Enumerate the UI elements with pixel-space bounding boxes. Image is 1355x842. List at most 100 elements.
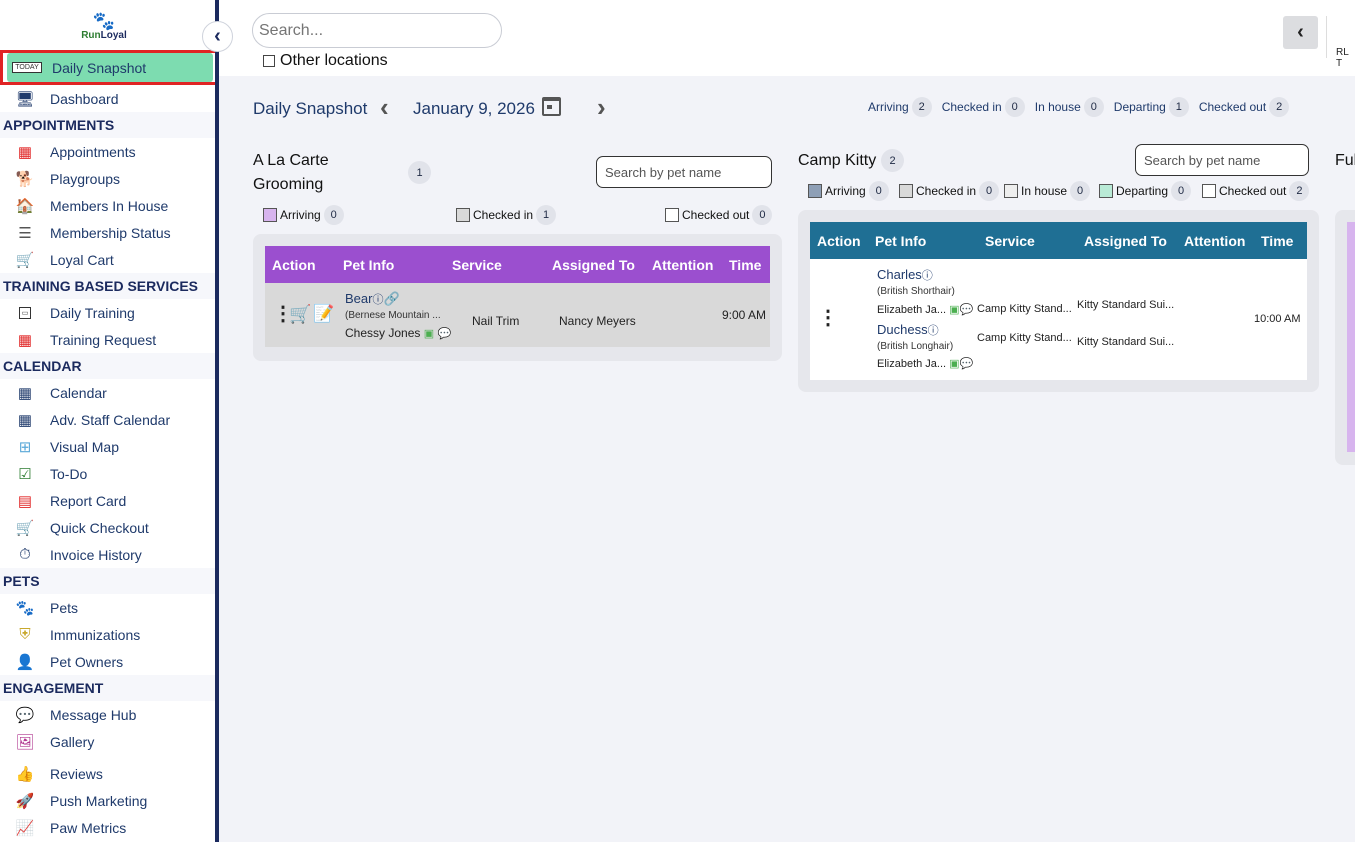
invoice-history-icon: ⏱ <box>19 546 31 563</box>
pet-name[interactable]: Bearⓘ🔗 <box>345 291 400 307</box>
calendar-picker-icon[interactable] <box>542 97 561 116</box>
sidebar-item-training-request[interactable]: ▦ Training Request <box>0 326 215 353</box>
card-title-camp-kitty: Camp Kitty <box>798 152 877 169</box>
sidebar-item-pet-owners[interactable]: 👤 Pet Owners <box>0 648 215 675</box>
daily-training-icon: ▭ <box>14 303 36 323</box>
checkout-cart-icon[interactable]: 🛒 <box>289 304 311 325</box>
calendar-icon: ▣ <box>949 358 960 370</box>
info-icon[interactable]: ⓘ <box>372 294 383 306</box>
chevron-right-icon: › <box>597 92 606 122</box>
more-actions-icon[interactable]: ⋮ <box>818 305 838 330</box>
sidebar-item-loyal-cart[interactable]: 🛒 Loyal Cart <box>0 246 215 273</box>
legend-in-house[interactable]: In house 0 <box>1004 181 1091 201</box>
sidebar-item-members-in-house[interactable]: 🏠 Members In House <box>0 192 215 219</box>
sidebar-item-playgroups[interactable]: 🐕 Playgroups <box>0 165 215 192</box>
assigned-to: Nancy Meyers <box>559 314 636 328</box>
shield-icon: ⛨ <box>19 626 31 643</box>
kitty-table-header: Action Pet Info Service Assigned To Atte… <box>810 222 1307 259</box>
service-name: Camp Kitty Stand... <box>977 303 1072 315</box>
sidebar-item-report-card[interactable]: ▤ Report Card <box>0 487 215 514</box>
table-row[interactable]: ⋮ Charlesⓘ (British Shorthair) Elizabeth… <box>810 259 1307 380</box>
stat-checked-in[interactable]: Checked in 0 <box>942 97 1025 117</box>
membership-icon: ☰ <box>18 224 32 242</box>
previous-day-button[interactable]: ‹ <box>380 92 389 123</box>
legend-checked-in[interactable]: Checked in 0 <box>899 181 1000 201</box>
thumbs-up-icon: 👍 <box>15 765 35 783</box>
section-heading-training: TRAINING BASED SERVICES <box>0 273 215 299</box>
other-locations-checkbox[interactable]: Other locations <box>263 52 388 70</box>
sidebar-item-quick-checkout[interactable]: 🛒 Quick Checkout <box>0 514 215 541</box>
sidebar-item-to-do[interactable]: ☑ To-Do <box>0 460 215 487</box>
chevron-left-icon: ‹ <box>1297 21 1304 43</box>
cart-icon: 🛒 <box>15 251 35 269</box>
pet-breed: (Bernese Mountain ... <box>345 310 441 321</box>
chevron-left-icon: ‹ <box>380 92 389 122</box>
section-heading-engagement: ENGAGEMENT <box>0 675 215 701</box>
next-day-button[interactable]: › <box>597 92 606 123</box>
owner-name[interactable]: Elizabeth Ja... ▣💬 <box>877 357 973 370</box>
topbar: Other locations ‹ RL T <box>219 0 1355 76</box>
info-icon[interactable]: ⓘ <box>928 325 939 337</box>
sidebar: 🐾 RunLoyal TODAY Daily Snapshot 🖥 Dashboa… <box>0 0 215 842</box>
pet-name[interactable]: Charlesⓘ <box>877 267 933 283</box>
owner-name[interactable]: Elizabeth Ja... ▣💬 <box>877 303 973 316</box>
legend-checked-out[interactable]: Checked out 2 <box>1202 181 1310 201</box>
kitty-pet-search[interactable]: Search by pet name <box>1135 144 1309 176</box>
sidebar-item-gallery[interactable]: 🖼 Gallery <box>0 728 215 755</box>
owner-name[interactable]: Chessy Jones ▣ 💬 <box>345 326 451 340</box>
sidebar-item-push-marketing[interactable]: 🚀 Push Marketing <box>0 787 215 814</box>
chat-icon: 💬 <box>959 358 974 370</box>
sidebar-item-pets[interactable]: 🐾 Pets <box>0 594 215 621</box>
report-card-icon[interactable]: 📝 <box>313 304 334 324</box>
sidebar-item-visual-map[interactable]: ⊞ Visual Map <box>0 433 215 460</box>
pet-name[interactable]: Duchessⓘ <box>877 322 939 338</box>
info-icon[interactable]: ⓘ <box>922 270 933 282</box>
runloyal-logo[interactable]: 🐾 RunLoyal <box>76 12 132 50</box>
assigned-to: Kitty Standard Sui... <box>1077 336 1175 348</box>
sidebar-item-message-hub[interactable]: 💬 Message Hub <box>0 701 215 728</box>
collapse-sidebar-button[interactable]: ‹ <box>202 21 233 52</box>
link-icon[interactable]: 🔗 <box>383 291 399 306</box>
sidebar-item-adv-staff-calendar[interactable]: ▦ Adv. Staff Calendar <box>0 406 215 433</box>
appointment-time: 9:00 AM <box>722 308 767 322</box>
map-grid-icon: ⊞ <box>18 438 32 456</box>
calendar-grid-icon: ▦ <box>17 143 33 161</box>
legend-arriving[interactable]: Arriving 0 <box>263 205 344 225</box>
legend-departing[interactable]: Departing 0 <box>1099 181 1192 201</box>
stat-checked-out[interactable]: Checked out 2 <box>1199 97 1290 117</box>
stat-arriving[interactable]: Arriving 2 <box>868 97 932 117</box>
search-input[interactable] <box>252 13 502 48</box>
report-card-icon: ▤ <box>17 492 33 510</box>
legend-arriving[interactable]: Arriving 0 <box>808 181 889 201</box>
paw-icon: 🐾 <box>15 599 35 617</box>
service-name: Camp Kitty Stand... <box>977 332 1072 344</box>
legend-checked-in[interactable]: Checked in 1 <box>456 205 557 225</box>
sidebar-item-paw-metrics[interactable]: 📈 Paw Metrics <box>0 814 215 841</box>
sidebar-nav: 🖥 Dashboard APPOINTMENTS ▦ Appointments 🐕 P… <box>0 85 215 841</box>
sidebar-item-daily-training[interactable]: ▭ Daily Training <box>0 299 215 326</box>
sidebar-item-calendar[interactable]: ▦ Calendar <box>0 379 215 406</box>
paw-icon: 🐾 <box>92 11 116 31</box>
section-heading-appointments: APPOINTMENTS <box>0 112 215 138</box>
grooming-count-badge: 1 <box>408 161 431 184</box>
today-icon: TODAY <box>12 58 42 78</box>
legend-checked-out[interactable]: Checked out 0 <box>665 205 773 225</box>
stat-departing[interactable]: Departing 1 <box>1114 97 1189 117</box>
stat-in-house[interactable]: In house 0 <box>1035 97 1104 117</box>
sidebar-item-membership-status[interactable]: ☰ Membership Status <box>0 219 215 246</box>
back-button[interactable]: ‹ <box>1283 16 1318 49</box>
grooming-pet-search[interactable]: Search by pet name <box>596 156 772 188</box>
sidebar-item-reviews[interactable]: 👍 Reviews <box>0 760 215 787</box>
sidebar-item-daily-snapshot[interactable]: TODAY Daily Snapshot <box>7 53 213 82</box>
sidebar-item-appointments[interactable]: ▦ Appointments <box>0 138 215 165</box>
sidebar-item-invoice-history[interactable]: ⏱ Invoice History <box>0 541 215 568</box>
checkbox-icon[interactable] <box>263 55 275 67</box>
appointment-time: 10:00 AM <box>1254 313 1301 325</box>
section-heading-calendar: CALENDAR <box>0 353 215 379</box>
sidebar-item-dashboard[interactable]: 🖥 Dashboard <box>0 85 215 112</box>
playgroup-icon: 🐕 <box>15 170 35 188</box>
sidebar-item-immunizations[interactable]: ⛨ Immunizations <box>0 621 215 648</box>
third-card-table <box>1347 222 1355 452</box>
table-row[interactable]: ⋮ 🛒 📝 Bearⓘ🔗 (Bernese Mountain ... Chess… <box>265 283 770 347</box>
checkout-cart-icon: 🛒 <box>15 519 35 537</box>
